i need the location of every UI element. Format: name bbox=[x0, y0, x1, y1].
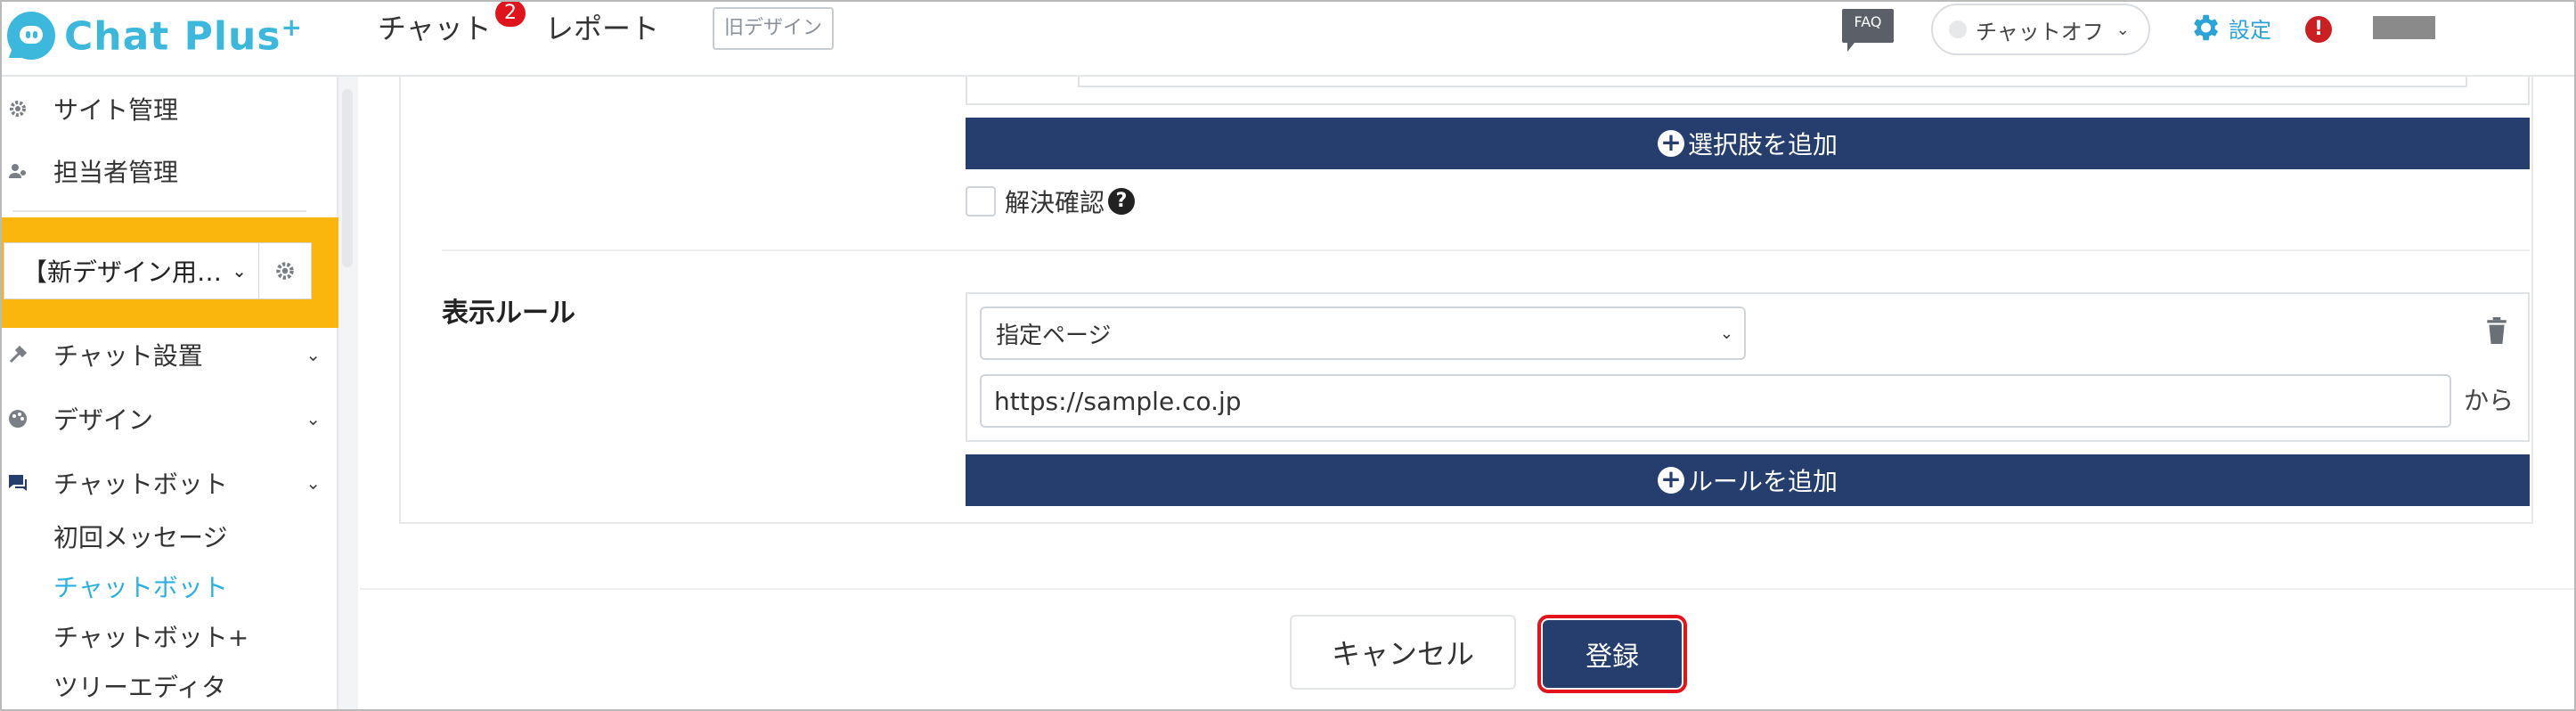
rule-url-suffix: から bbox=[2464, 386, 2515, 415]
add-rule-label: ルールを追加 bbox=[1687, 467, 1838, 496]
logo-text: Chat Plus+ bbox=[64, 12, 303, 60]
nav-report[interactable]: レポート bbox=[545, 11, 659, 46]
site-select-value: 【新デザイン用… bbox=[22, 257, 223, 287]
faq-icon[interactable]: FAQ bbox=[1842, 9, 1894, 52]
site-selector-panel: 【新デザイン用… ⌄ bbox=[0, 217, 338, 328]
sidebar-item-chat-install[interactable]: チャット設置 ⌄ bbox=[0, 328, 338, 381]
old-design-button[interactable]: 旧デザイン bbox=[713, 7, 834, 50]
sidebar-subitem-chatbot[interactable]: チャットボット bbox=[53, 568, 228, 604]
chevron-down-icon: ⌄ bbox=[306, 408, 321, 429]
trash-icon[interactable] bbox=[2485, 317, 2508, 344]
add-option-label: 選択肢を追加 bbox=[1687, 130, 1838, 159]
resolve-confirm-label: 解決確認 bbox=[1005, 188, 1105, 217]
palette-icon bbox=[9, 410, 27, 428]
settings-label: 設定 bbox=[2229, 17, 2271, 43]
help-icon[interactable]: ? bbox=[1108, 188, 1136, 215]
chevron-down-icon: ⌄ bbox=[1719, 323, 1733, 343]
sidebar-item-design[interactable]: デザイン ⌄ bbox=[0, 392, 338, 445]
chatplus-logo-icon bbox=[7, 12, 55, 60]
gear-icon bbox=[2194, 14, 2219, 41]
rule-type-value: 指定ページ bbox=[996, 322, 1112, 349]
submit-button[interactable]: 登録 bbox=[1543, 620, 1682, 688]
sidebar-item-agent-management[interactable]: 担当者管理 bbox=[0, 144, 338, 198]
chat-unread-badge: 2 bbox=[495, 0, 526, 27]
sidebar-subitem-chatbot-plus[interactable]: チャットボット+ bbox=[53, 618, 249, 654]
sidebar-subitem-first-message[interactable]: 初回メッセージ bbox=[53, 519, 227, 554]
site-settings-button[interactable] bbox=[258, 242, 312, 299]
sidebar-subitem-tree-editor[interactable]: ツリーエディタ bbox=[53, 668, 226, 704]
chevron-down-icon: ⌄ bbox=[2115, 20, 2130, 39]
option-input-partial[interactable] bbox=[1078, 77, 2467, 87]
gear-cog-icon bbox=[276, 262, 294, 280]
settings-link[interactable]: 設定 bbox=[2188, 11, 2271, 45]
chevron-down-icon: ⌄ bbox=[306, 472, 321, 494]
chat-status-toggle[interactable]: チャットオフ ⌄ bbox=[1931, 4, 2150, 55]
rule-url-input[interactable]: https://sample.co.jp bbox=[980, 374, 2451, 428]
alert-icon[interactable]: ! bbox=[2305, 16, 2332, 43]
sidebar-item-site-management[interactable]: サイト管理 bbox=[0, 82, 338, 135]
tools-icon bbox=[9, 345, 28, 364]
cancel-button[interactable]: キャンセル bbox=[1290, 615, 1516, 690]
status-dot-icon bbox=[1949, 20, 1967, 38]
footer-divider bbox=[360, 588, 2576, 590]
display-rule-heading: 表示ルール bbox=[442, 298, 575, 329]
chevron-down-icon: ⌄ bbox=[306, 344, 321, 365]
user-name-redacted[interactable] bbox=[2373, 16, 2435, 39]
plus-circle-icon: + bbox=[1657, 467, 1684, 494]
chevron-down-icon: ⌄ bbox=[232, 260, 247, 282]
chat-bubble-icon bbox=[9, 475, 27, 491]
add-option-button[interactable]: + 選択肢を追加 bbox=[966, 118, 2530, 169]
top-header: Chat Plus+ チャット 2 レポート 旧デザイン FAQ チャットオフ … bbox=[0, 0, 2576, 77]
sidebar-item-chatbot[interactable]: チャットボット ⌄ bbox=[0, 456, 338, 510]
resolve-confirm-row: 解決確認 ? bbox=[966, 184, 1136, 219]
chat-status-label: チャットオフ bbox=[1976, 19, 2104, 45]
users-icon bbox=[9, 164, 26, 178]
plus-circle-icon: + bbox=[1657, 130, 1684, 157]
nav-chat[interactable]: チャット bbox=[378, 11, 492, 46]
rule-type-select[interactable]: 指定ページ ⌄ bbox=[980, 306, 1746, 360]
sidebar-divider bbox=[12, 210, 306, 212]
gear-cog-icon bbox=[10, 101, 26, 117]
rule-url-value: https://sample.co.jp bbox=[994, 386, 1242, 416]
resolve-confirm-checkbox[interactable] bbox=[966, 186, 996, 217]
chatplus-logo[interactable]: Chat Plus+ bbox=[7, 9, 303, 62]
sidebar-scrollbar-thumb[interactable] bbox=[342, 89, 353, 267]
site-select[interactable]: 【新デザイン用… ⌄ bbox=[4, 242, 260, 299]
add-rule-button[interactable]: + ルールを追加 bbox=[966, 454, 2530, 506]
section-divider bbox=[442, 249, 2530, 251]
